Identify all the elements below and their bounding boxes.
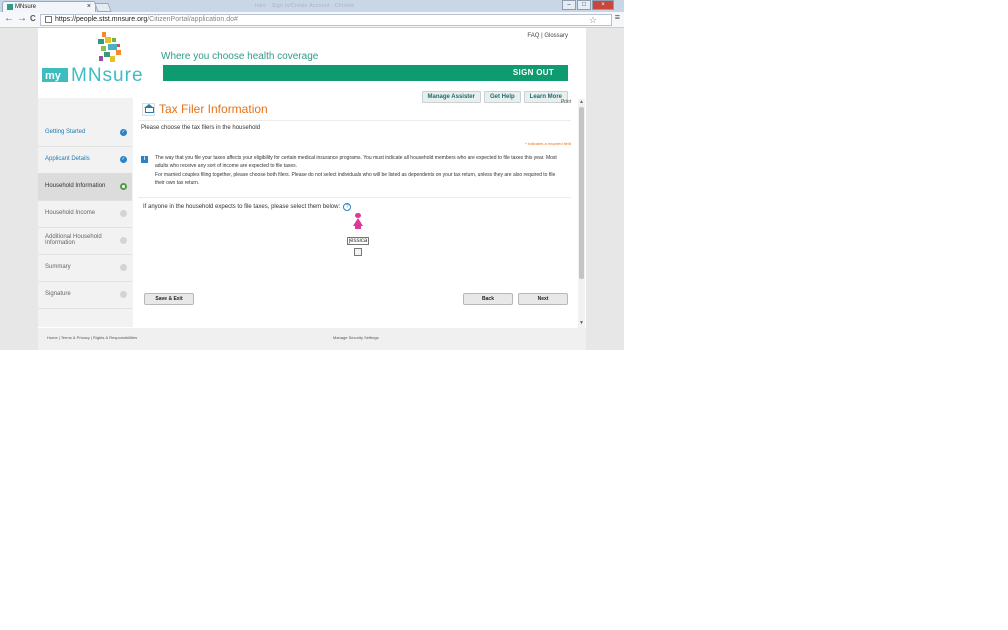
browser-menu-icon[interactable]: ≡ — [615, 12, 620, 22]
url-host: https://people.stst.mnsure.org — [55, 16, 148, 23]
minimize-button[interactable]: – — [562, 0, 576, 10]
back-arrow-icon[interactable]: ← — [4, 13, 14, 24]
page-icon — [45, 15, 52, 23]
manage-security-settings-link[interactable]: Manage Security Settings — [333, 335, 379, 340]
tagline: Where you choose health coverage — [161, 51, 319, 62]
browser-chrome: MNsure × Intro · Sign In/Create Account … — [0, 0, 624, 28]
footer-links: Home | Terms & Privacy | Rights & Respon… — [47, 335, 137, 340]
close-window-button[interactable]: × — [592, 0, 614, 10]
sign-out-button[interactable]: SIGN OUT — [513, 68, 554, 77]
info-icon: i — [141, 156, 148, 163]
info-paragraph-2: For married couples filing together, ple… — [155, 172, 556, 186]
page-sheet: FAQ | Glossary my MNsure Where you choos… — [38, 28, 586, 350]
current-step-icon — [120, 183, 127, 190]
pending-step-icon — [120, 237, 127, 244]
reload-icon[interactable]: C — [30, 14, 36, 23]
pending-step-icon — [120, 210, 127, 217]
pending-step-icon — [120, 264, 127, 271]
maximize-button[interactable]: □ — [577, 0, 591, 10]
check-icon: ✓ — [120, 156, 127, 163]
url-path: /CitizenPortal/application.do# — [147, 16, 238, 23]
info-text: The way that you file your taxes affects… — [155, 155, 565, 187]
content-scrollbar[interactable]: ▲ ▼ — [578, 99, 585, 328]
sidebar-item-summary: Summary — [38, 254, 132, 282]
info-paragraph-1: The way that you file your taxes affects… — [155, 155, 557, 169]
logo-my-text: my — [45, 70, 62, 82]
logo-mosaic-icon — [98, 32, 121, 62]
sidebar-item-household-information[interactable]: Household Information — [38, 173, 132, 201]
next-button[interactable]: Next — [518, 293, 568, 305]
footer-home-link[interactable]: Home — [47, 335, 58, 340]
page-title: Tax Filer Information — [159, 102, 268, 116]
faq-link[interactable]: FAQ — [527, 33, 539, 39]
footer-rights-link[interactable]: Rights & Responsibilities — [93, 335, 137, 340]
tax-filer-question: If anyone in the household expects to fi… — [143, 203, 352, 211]
scroll-up-icon[interactable]: ▲ — [579, 99, 584, 105]
footer: Home | Terms & Privacy | Rights & Respon… — [38, 328, 586, 350]
header-links: Manage Assister Get Help Learn More — [419, 85, 568, 103]
section-prompt: Please choose the tax filers in the hous… — [141, 125, 261, 131]
sidebar-item-label: Getting Started — [45, 129, 86, 135]
question-text: If anyone in the household expects to fi… — [143, 204, 341, 210]
glossary-link[interactable]: Glossary — [544, 33, 568, 39]
sidebar-item-household-income: Household Income — [38, 200, 132, 228]
tab-title: MNsure — [15, 4, 37, 10]
sidebar-item-getting-started[interactable]: Getting Started ✓ — [38, 119, 132, 147]
footer-terms-link[interactable]: Terms & Privacy — [61, 335, 90, 340]
sign-out-bar: SIGN OUT — [163, 65, 568, 81]
sidebar-item-label: Applicant Details — [45, 156, 90, 162]
female-person-icon — [352, 213, 364, 229]
divider — [138, 120, 571, 121]
member-name: jessica — [346, 237, 370, 245]
navigation-bar: ← → C https://people.stst.mnsure.org/Cit… — [0, 12, 624, 28]
divider — [138, 197, 571, 198]
required-field-note: * indicates a required field — [524, 141, 571, 146]
sidebar-item-label: Household Income — [45, 210, 96, 216]
check-icon: ✓ — [120, 129, 127, 136]
mnsure-favicon-icon — [7, 4, 13, 10]
logo-mnsure-text: MNsure — [71, 65, 144, 85]
address-bar[interactable]: https://people.stst.mnsure.org/CitizenPo… — [40, 14, 612, 26]
faq-glossary-links: FAQ | Glossary — [527, 33, 568, 39]
progress-sidebar: Getting Started ✓ Applicant Details ✓ Ho… — [38, 98, 133, 327]
sidebar-item-label: Additional Household Information — [45, 234, 102, 246]
tab-bar: MNsure × Intro · Sign In/Create Account … — [0, 0, 624, 13]
save-exit-button[interactable]: Save & Exit — [144, 293, 194, 305]
forward-arrow-icon[interactable]: → — [17, 13, 27, 24]
background-window-title: Intro · Sign In/Create Account · Chrome — [255, 3, 355, 9]
new-tab-button[interactable] — [94, 3, 112, 12]
back-button[interactable]: Back — [463, 293, 513, 305]
help-icon[interactable]: ? — [343, 203, 352, 211]
sidebar-item-signature: Signature — [38, 281, 132, 309]
sidebar-item-label: Summary — [45, 264, 71, 270]
tab-close-icon[interactable]: × — [87, 3, 91, 10]
main-content: Tax Filer Information Print Please choos… — [138, 98, 571, 327]
bookmark-star-icon[interactable]: ☆ — [589, 15, 597, 25]
scrollbar-thumb[interactable] — [579, 107, 584, 279]
separator: | — [541, 33, 543, 39]
print-link[interactable]: Print — [561, 99, 571, 105]
household-member-jessica: jessica — [343, 213, 373, 256]
pending-step-icon — [120, 291, 127, 298]
sidebar-item-additional-household-information: Additional Household Information — [38, 227, 132, 255]
sidebar-item-label: Household Information — [45, 183, 106, 189]
home-icon[interactable] — [142, 103, 155, 116]
sidebar-item-applicant-details[interactable]: Applicant Details ✓ — [38, 146, 132, 174]
mnsure-logo[interactable]: my MNsure — [42, 30, 160, 85]
sidebar-item-label: Signature — [45, 291, 71, 297]
tax-filer-checkbox[interactable] — [354, 248, 362, 256]
scroll-down-icon[interactable]: ▼ — [579, 320, 584, 326]
